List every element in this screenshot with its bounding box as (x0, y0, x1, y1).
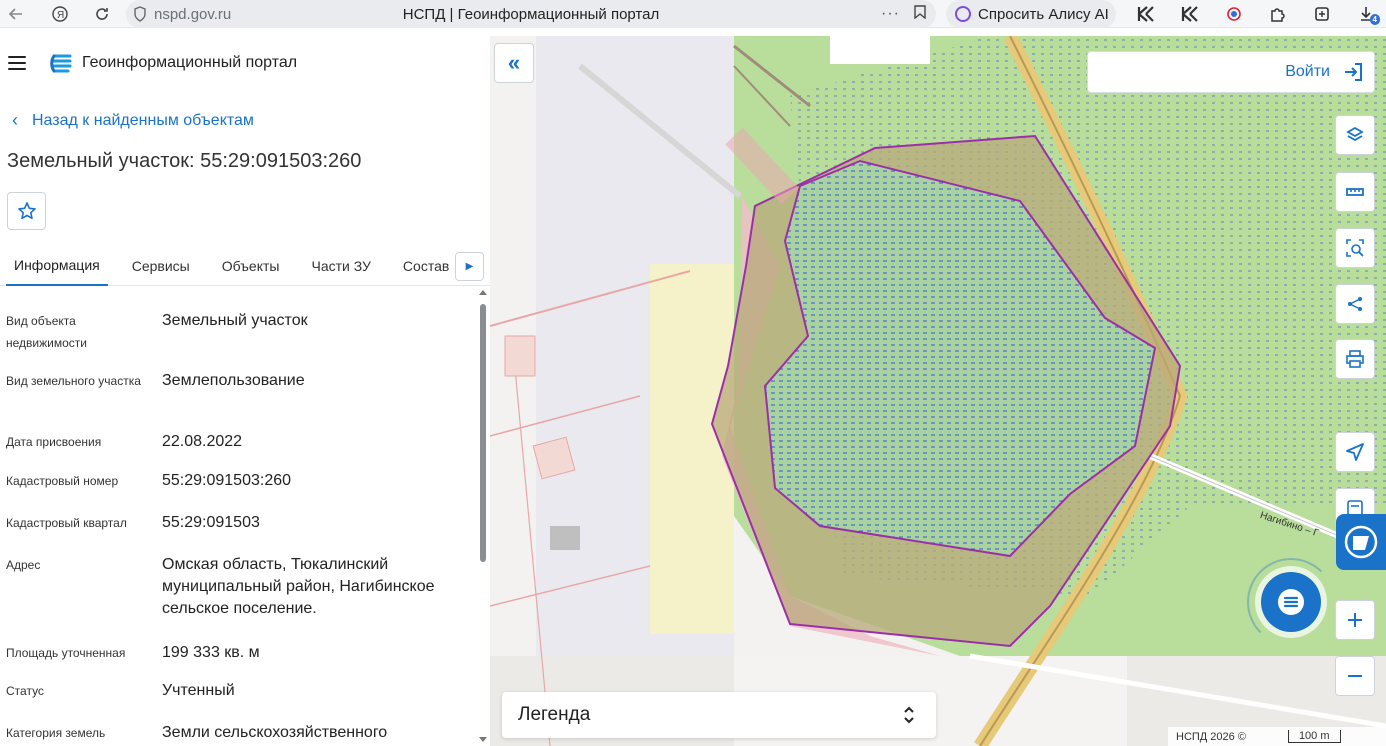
downloads-icon[interactable]: 4 (1344, 0, 1386, 28)
field-label: Кадастровый номер (6, 474, 119, 488)
field-value: Земли сельскохозяйственного (162, 724, 388, 741)
alice-label: Спросить Алису AI (978, 5, 1109, 23)
url-text: nspd.gov.ru (154, 5, 232, 23)
field-label: Площадь уточненная (6, 646, 126, 660)
tab-services[interactable]: Сервисы (124, 246, 198, 286)
legend-label: Легенда (518, 704, 591, 725)
reload-icon[interactable] (86, 0, 118, 28)
menu-icon[interactable] (8, 56, 26, 70)
alice-button[interactable]: Спросить Алису AI (946, 0, 1116, 28)
map-canvas[interactable] (490, 36, 1386, 746)
svg-text:Я: Я (57, 10, 64, 21)
area-search-button[interactable] (1335, 228, 1375, 268)
chat-button[interactable] (1261, 572, 1321, 632)
share-icon (1348, 297, 1362, 311)
object-title: Земельный участок: 55:29:091503:260 (7, 150, 362, 172)
field-value: Земельный участок (162, 312, 308, 329)
star-icon (17, 202, 36, 220)
field-value: Землепользование (162, 372, 305, 389)
field-label: Дата присвоения (6, 435, 102, 449)
field-label: Вид земельного участка (6, 374, 141, 388)
legend-dropdown[interactable]: Легенда (502, 692, 936, 738)
minus-icon (1348, 675, 1362, 677)
zoom-out-button[interactable] (1335, 656, 1375, 696)
field-value: Омская область, Тюкалинский муниципальны… (162, 556, 435, 617)
field-label: Статус (6, 684, 44, 698)
panel-scrollbar[interactable] (478, 290, 488, 746)
navigation-arrow-icon (1346, 443, 1364, 461)
feedback-widget-tab[interactable] (1336, 514, 1386, 570)
field-value: 55:29:091503:260 (162, 472, 292, 489)
print-button[interactable] (1335, 339, 1375, 379)
field-value: 55:29:091503 (162, 514, 260, 531)
scroll-down-arrow-icon[interactable] (479, 737, 487, 742)
portal-logo-icon (50, 54, 72, 73)
map-layer (490, 36, 1386, 746)
page-tab-title: НСПД | Геоинформационный портал (402, 5, 660, 23)
bookmark-icon[interactable] (914, 4, 926, 24)
yandex-icon[interactable]: Я (44, 0, 76, 28)
field-value: Учтенный (162, 682, 235, 699)
layers-button[interactable] (1335, 115, 1375, 155)
double-chevron-left-icon: « (507, 50, 521, 75)
layers-icon (1346, 126, 1364, 142)
extension-shield-icon[interactable] (1300, 0, 1344, 28)
address-bar[interactable]: nspd.gov.ru НСПД | Геоинформационный пор… (126, 0, 936, 28)
chat-icon (1278, 589, 1304, 615)
share-button[interactable] (1335, 284, 1375, 324)
more-dots-icon[interactable]: ··· (881, 5, 900, 23)
tab-objects[interactable]: Объекты (214, 246, 288, 286)
field-value: 199 333 кв. м (162, 644, 260, 661)
ruler-icon (1346, 188, 1364, 196)
field-label: Адрес (6, 558, 41, 572)
info-panel: Геоинформационный портал ‹ Назад к найде… (0, 36, 490, 746)
map-credits: НСПД 2026 © 100 m (1168, 727, 1386, 746)
chevron-up-down-icon (904, 706, 914, 724)
extension-k2-icon[interactable] (1168, 0, 1212, 28)
plus-icon (1348, 613, 1362, 627)
login-label: Войти (1285, 63, 1330, 80)
tab-composition[interactable]: Состав (395, 246, 457, 286)
zoom-in-button[interactable] (1335, 600, 1375, 640)
collapse-panel-button[interactable]: « (494, 43, 534, 83)
scale-bar: 100 m (1287, 730, 1341, 743)
back-to-results-link[interactable]: ‹ Назад к найденным объектам (12, 110, 254, 131)
alice-icon (955, 6, 971, 22)
shield-icon (126, 6, 154, 22)
area-search-icon (1346, 239, 1364, 257)
ruler-button[interactable] (1335, 172, 1375, 212)
login-button[interactable]: Войти (1087, 51, 1375, 93)
extension-target-icon[interactable] (1212, 0, 1256, 28)
feedback-icon (1344, 525, 1378, 559)
login-icon (1345, 63, 1362, 81)
field-label: Кадастровый квартал (6, 516, 127, 530)
tab-bar: Информация Сервисы Объекты Части ЗУ Сост… (0, 246, 490, 286)
favorite-button[interactable] (7, 192, 46, 230)
field-label: Вид объекта недвижимости (6, 314, 87, 350)
back-arrow-icon[interactable] (0, 0, 32, 28)
browser-toolbar: Я nspd.gov.ru НСПД | Геоинформационный п… (0, 0, 1386, 28)
tab-parcel-parts[interactable]: Части ЗУ (303, 246, 378, 286)
back-link-label: Назад к найденным объектам (32, 111, 254, 129)
my-location-button[interactable] (1335, 432, 1375, 472)
extensions-puzzle-icon[interactable] (1256, 0, 1300, 28)
portal-title: Геоинформационный портал (82, 54, 298, 71)
extension-k-icon[interactable] (1124, 0, 1168, 28)
tabs-next-button[interactable]: ▶ (455, 252, 484, 281)
copyright-text: НСПД 2026 © (1176, 730, 1246, 743)
scrollbar-thumb[interactable] (480, 304, 486, 562)
chevron-left-icon: ‹ (12, 110, 18, 130)
downloads-badge: 4 (1369, 14, 1380, 25)
scroll-up-arrow-icon[interactable] (479, 290, 487, 295)
field-label: Категория земель (6, 726, 106, 740)
tab-information[interactable]: Информация (6, 246, 108, 286)
field-value: 22.08.2022 (162, 433, 243, 450)
print-icon (1346, 350, 1364, 368)
